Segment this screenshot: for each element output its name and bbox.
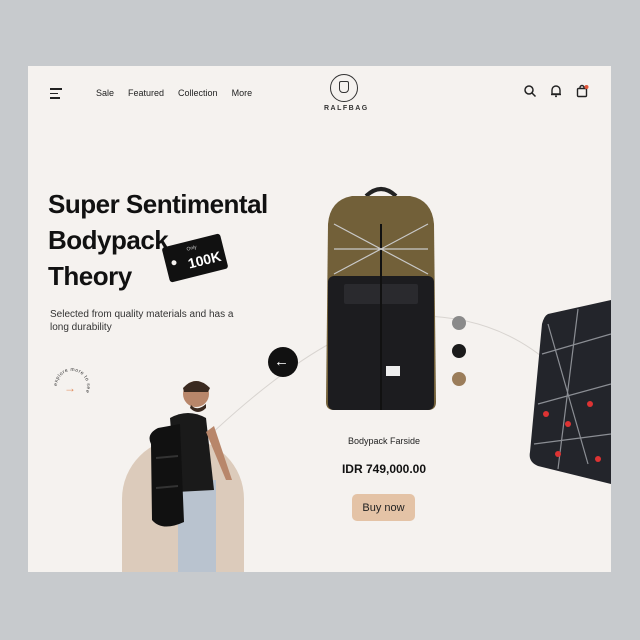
product-name: Bodypack Farside	[347, 436, 421, 446]
next-product-image	[529, 300, 611, 484]
buy-now-button[interactable]: Buy now	[352, 494, 415, 521]
hero-title: Super Sentimental Bodypack Theory	[48, 186, 268, 294]
hero-title-line: Super Sentimental	[48, 189, 268, 219]
tag-small-text: Only	[186, 244, 198, 253]
color-swatch-brown[interactable]	[452, 372, 466, 386]
hero-description: Selected from quality materials and has …	[50, 309, 234, 333]
color-swatch-grey[interactable]	[452, 316, 466, 330]
hero-title-line: Bodypack	[48, 225, 169, 255]
page-frame: Sale Featured Collection More RALFBAG Su…	[28, 66, 611, 572]
prev-button[interactable]: ←	[268, 347, 298, 377]
tag-hole	[170, 259, 178, 266]
hero-title-line: Theory	[48, 261, 132, 291]
arrow-left-icon: ←	[274, 353, 289, 370]
product-image	[326, 187, 436, 410]
color-swatch-black[interactable]	[452, 344, 466, 358]
explore-badge[interactable]: explore more to see →	[52, 366, 92, 406]
arrow-right-icon: →	[64, 381, 76, 395]
model-photo	[149, 381, 232, 572]
product-price: IDR 749,000.00	[341, 462, 427, 476]
